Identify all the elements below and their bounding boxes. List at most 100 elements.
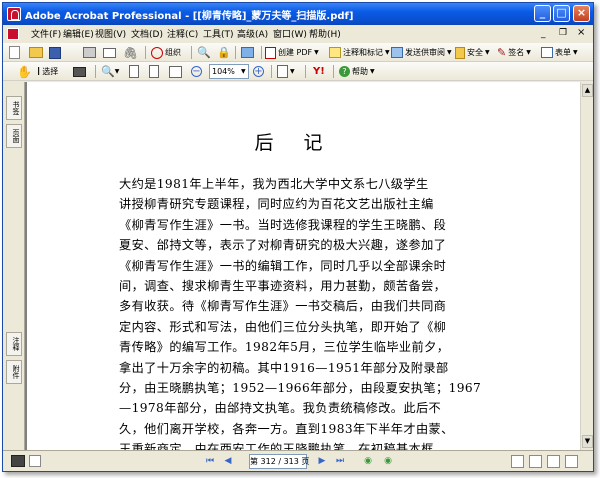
form-icon [541, 47, 553, 58]
menu-edit[interactable]: 编辑(E) [63, 27, 94, 40]
chevron-down-icon: ▼ [485, 49, 490, 56]
create-pdf-button[interactable]: 创建 PDF ▼ [265, 45, 319, 60]
snapshot-icon[interactable] [73, 64, 86, 79]
page-layout-icon[interactable]: ▼ [277, 64, 295, 79]
chevron-down-icon: ▼ [370, 68, 375, 75]
text-line: 定内容、形式和写法，由他们三位分头执笔，即开始了《柳 [119, 319, 447, 334]
fit-width-icon[interactable] [169, 64, 182, 79]
sign-button[interactable]: ✎ 签名 ▼ [497, 45, 531, 60]
scroll-up-icon[interactable]: ▲ [582, 84, 593, 97]
comment-markup-button[interactable]: 注释和标记 ▼ [329, 45, 390, 60]
email-icon[interactable] [103, 45, 116, 60]
text-line: 间，调查、搜求柳青生平事迹资料，用力甚勤，颇苦备尝， [119, 279, 447, 293]
menu-window[interactable]: 窗口(W) [273, 27, 307, 40]
maximize-button[interactable]: □ [553, 5, 570, 22]
zoom-in-icon[interactable]: 🔍 ▼ [101, 64, 119, 79]
acrobat-window: Adobe Acrobat Professional - [[柳青传略]_蒙万夫… [2, 2, 594, 472]
attach-icon[interactable]: 🖇 [123, 45, 138, 60]
actual-size-icon[interactable] [129, 64, 139, 79]
chevron-down-icon: ▼ [447, 49, 452, 56]
single-page-view-icon[interactable] [511, 455, 524, 468]
secure-button[interactable]: 安全 ▼ [455, 45, 490, 60]
minimize-button[interactable]: _ [534, 5, 551, 22]
close-button[interactable]: × [573, 5, 590, 22]
doc-restore-icon[interactable]: ❐ [559, 28, 567, 38]
text-line: 分，由王晓鹏执笔；1952—1966年部分，由段夏安执笔；1967 [119, 381, 482, 395]
document-properties-icon[interactable] [29, 455, 41, 467]
text-line: 《柳青写作生涯》一书的编辑工作，同时几乎以全部课余时 [119, 258, 447, 273]
previous-view-icon[interactable]: ◉ [361, 455, 375, 468]
nav-tab-attachments[interactable]: 附件 [6, 360, 22, 384]
organize-icon [151, 46, 163, 59]
fit-page-icon[interactable] [149, 64, 159, 79]
continuous-view-icon[interactable] [529, 455, 542, 468]
window-title: Adobe Acrobat Professional - [[柳青传略]_蒙万夫… [25, 11, 354, 22]
text-line: 大约是1981年上半年，我为西北大学中文系七八级学生 [119, 177, 429, 191]
hand-tool-icon[interactable]: ✋ [17, 64, 32, 79]
scroll-down-icon[interactable]: ▼ [582, 435, 593, 448]
pdf-page[interactable]: 后记 大约是1981年上半年，我为西北大学中文系七八级学生 讲授柳青研究专题课程，… [27, 82, 580, 456]
document-area: 书签 页面 注释 附件 后记 大约是1981年上半年，我为西北大学中文系七八级学… [3, 82, 593, 456]
photo-icon[interactable] [241, 45, 254, 60]
document-menu-icon[interactable] [7, 28, 19, 40]
nav-tab-bookmarks[interactable]: 书签 [6, 96, 22, 120]
text-line: 多有收获。待《柳青写作生涯》一书交稿后，由我们共同商 [119, 299, 447, 314]
title-bar[interactable]: Adobe Acrobat Professional - [[柳青传略]_蒙万夫… [3, 3, 593, 25]
help-button[interactable]: ? 帮助 ▼ [339, 64, 375, 79]
monitor-icon[interactable] [11, 455, 25, 467]
facing-view-icon[interactable] [547, 455, 560, 468]
next-view-icon[interactable]: ◉ [381, 455, 395, 468]
pen-icon: ✎ [497, 46, 507, 59]
last-page-icon[interactable]: ⏭ [333, 455, 347, 468]
zoom-out-icon[interactable]: − [191, 64, 202, 79]
create-pdf-icon[interactable] [9, 45, 20, 60]
doc-close-icon[interactable]: × [577, 27, 585, 38]
text-line: —1978年部分，由邰持文执笔。我负责统稿修改。此后不 [119, 401, 442, 416]
text-line: 青传略》的编写工作。1982年5月，三位学生临毕业前夕， [119, 340, 450, 355]
send-review-button[interactable]: 发送供审阅 ▼ [391, 45, 452, 60]
search-icon[interactable]: 🔍 [197, 45, 211, 60]
first-page-icon[interactable]: ⏮ [203, 455, 217, 468]
previous-page-icon[interactable]: ◀ [221, 455, 235, 468]
next-page-icon[interactable]: ▶ [315, 455, 329, 468]
lock-icon[interactable]: 🔒 [217, 45, 231, 60]
menu-comments[interactable]: 注释(C) [167, 27, 198, 40]
chevron-down-icon: ▼ [573, 49, 578, 56]
page-heading: 后记 [254, 132, 353, 154]
menu-document[interactable]: 文档(D) [131, 27, 163, 40]
nav-tab-pages[interactable]: 页面 [6, 124, 22, 148]
chevron-down-icon: ▼ [526, 49, 531, 56]
menu-file[interactable]: 文件(F) [31, 27, 61, 40]
menu-advanced[interactable]: 高级(A) [237, 27, 268, 40]
text-line: 讲授柳青研究专题课程，同时应约为百花文艺出版社主编 [119, 197, 434, 212]
menu-view[interactable]: 视图(V) [95, 27, 126, 40]
yahoo-icon[interactable]: Y! [313, 64, 325, 79]
open-folder-icon[interactable] [29, 45, 43, 60]
review-icon [391, 47, 403, 58]
continuous-facing-view-icon[interactable] [565, 455, 578, 468]
forms-button[interactable]: 表单 ▼ [541, 45, 578, 60]
text-line: 夏安、邰持文等，表示了对柳青研究的极大兴趣，遂参加了 [119, 238, 447, 253]
save-icon[interactable] [49, 45, 61, 60]
vertical-scrollbar[interactable]: ▲ ▼ [580, 82, 593, 450]
comment-icon [329, 47, 341, 58]
main-toolbar: 🖇 组织 🔍 🔒 创建 PDF ▼ 注释和标记 ▼ 发送供审阅 ▼ 安全 ▼ ✎… [3, 43, 593, 62]
zoom-in-plus-icon[interactable]: + [253, 64, 264, 79]
acrobat-app-icon [7, 7, 21, 21]
print-icon[interactable] [83, 45, 96, 60]
chevron-down-icon: ▼ [385, 49, 390, 56]
doc-minimize-icon[interactable]: _ [541, 29, 546, 39]
organize-button[interactable]: 组织 [151, 45, 181, 60]
text-line: 《柳青写作生涯》一书。当时选修我课程的学生王晓鹏、段 [119, 217, 447, 232]
menu-help[interactable]: 帮助(H) [309, 27, 341, 40]
menu-tools[interactable]: 工具(T) [203, 27, 234, 40]
page-number-input[interactable]: 第 312 / 313 页 [249, 454, 309, 469]
navigation-toolbar: ✋ I 选择 🔍 ▼ − 104% ▼ + ▼ Y! ? 帮助 ▼ [3, 62, 593, 81]
padlock-icon [455, 46, 465, 59]
create-pdf-doc-icon [265, 46, 276, 59]
text-cursor-icon: I [37, 65, 41, 78]
select-tool-button[interactable]: I 选择 [37, 64, 58, 79]
help-icon: ? [339, 66, 350, 77]
nav-tab-comments[interactable]: 注释 [6, 332, 22, 356]
zoom-dropdown-icon[interactable]: ▼ [241, 64, 246, 79]
